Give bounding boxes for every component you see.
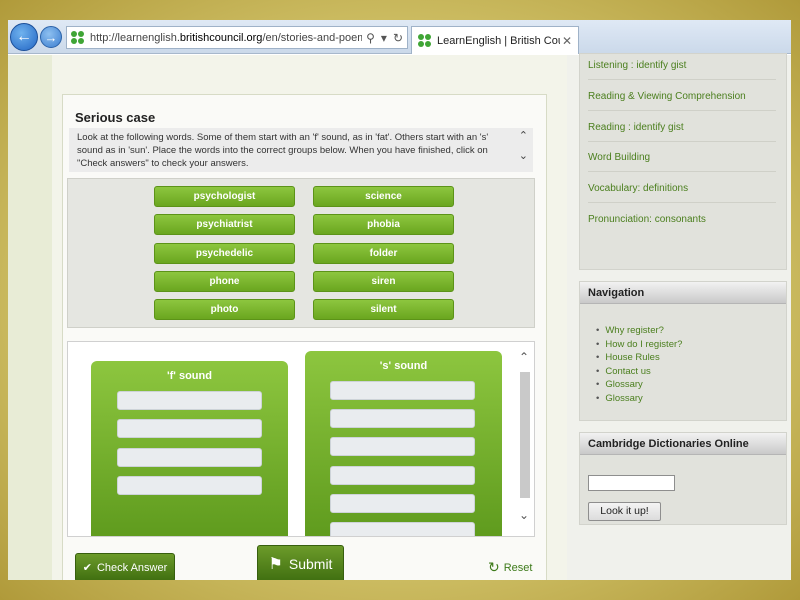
nav-link[interactable]: Glossary: [596, 392, 682, 406]
drop-slot[interactable]: [117, 419, 262, 438]
drop-slot[interactable]: [330, 494, 475, 513]
reset-label: Reset: [503, 561, 533, 574]
nav-link[interactable]: Contact us: [596, 365, 682, 379]
drop-slot[interactable]: [117, 476, 262, 495]
dictionary-panel: Cambridge Dictionaries Online Look it up…: [579, 432, 787, 525]
chevron-down-icon[interactable]: ▾: [381, 31, 387, 45]
tab-title: LearnEnglish | British Coun...: [437, 34, 560, 47]
scroll-up-icon[interactable]: ⌃: [519, 350, 529, 364]
reset-button[interactable]: ↻ Reset: [488, 559, 532, 576]
drop-slot[interactable]: [117, 391, 262, 410]
s-sound-title: 's' sound: [379, 360, 428, 372]
scroll-down-icon[interactable]: ⌄: [519, 150, 528, 163]
checkmark-icon: ✔: [82, 562, 92, 574]
word-tile[interactable]: photo: [154, 299, 295, 320]
word-tile[interactable]: folder: [313, 243, 454, 264]
back-button[interactable]: ←: [10, 23, 38, 51]
f-sound-column[interactable]: 'f' sound: [91, 361, 288, 536]
scroll-up-icon[interactable]: ⌃: [519, 130, 528, 143]
tab-favicon-icon: [418, 33, 432, 48]
skill-link[interactable]: Word Building: [588, 152, 776, 172]
dictionary-title: Cambridge Dictionaries Online: [580, 433, 786, 455]
sidebar: Listening : identify gist Reading & View…: [567, 53, 791, 580]
activity-panel: Serious case Look at the following words…: [62, 94, 547, 580]
forward-arrow-icon: →: [44, 29, 58, 45]
word-tile[interactable]: phobia: [313, 214, 454, 235]
scroll-down-icon[interactable]: ⌄: [519, 508, 529, 522]
back-arrow-icon: ←: [16, 28, 32, 45]
nav-link[interactable]: Glossary: [596, 378, 682, 392]
close-icon[interactable]: ✕: [560, 34, 574, 48]
forward-button[interactable]: →: [40, 26, 62, 48]
nav-link[interactable]: Why register?: [596, 324, 682, 338]
instructions-box: Look at the following words. Some of the…: [69, 128, 533, 172]
drop-slot[interactable]: [330, 437, 475, 456]
word-tile[interactable]: siren: [313, 271, 454, 292]
word-tile[interactable]: psychologist: [154, 186, 295, 207]
site-favicon-icon: [71, 30, 85, 45]
activity-title: Serious case: [75, 110, 156, 125]
drop-slot[interactable]: [330, 522, 475, 536]
skill-link[interactable]: Listening : identify gist: [588, 60, 776, 80]
url-text: http://learnenglish.britishcouncil.org/e…: [90, 31, 362, 44]
refresh-icon[interactable]: ↻: [393, 31, 403, 45]
word-bank: psychologist psychiatrist psychedelic ph…: [67, 178, 535, 328]
drop-slot[interactable]: [117, 448, 262, 467]
browser-toolbar: ← → http://learnenglish.britishcouncil.o…: [8, 20, 791, 54]
drop-slot[interactable]: [330, 466, 475, 485]
check-answer-button[interactable]: ✔ Check Answer: [75, 553, 175, 580]
word-tile[interactable]: silent: [313, 299, 454, 320]
submit-button[interactable]: ⚑ Submit: [257, 545, 344, 580]
navigation-list: Why register? How do I register? House R…: [596, 324, 682, 405]
nav-link[interactable]: How do I register?: [596, 338, 682, 352]
flag-icon: ⚑: [268, 556, 283, 573]
submit-label: Submit: [288, 556, 333, 572]
reset-icon: ↻: [488, 559, 500, 575]
look-it-up-button[interactable]: Look it up!: [588, 502, 661, 521]
skills-list: Listening : identify gist Reading & View…: [579, 53, 787, 270]
navigation-title: Navigation: [580, 282, 786, 304]
scrollbar-thumb[interactable]: [520, 372, 530, 498]
skill-link[interactable]: Reading : identify gist: [588, 122, 776, 142]
word-tile[interactable]: psychedelic: [154, 243, 295, 264]
f-sound-title: 'f' sound: [167, 370, 212, 382]
navigation-panel: Navigation Why register? How do I regist…: [579, 281, 787, 421]
search-icon[interactable]: ⚲: [366, 31, 375, 45]
skill-link[interactable]: Reading & Viewing Comprehension: [588, 91, 776, 111]
page-content: Serious case Look at the following words…: [8, 53, 791, 580]
browser-window: ← → http://learnenglish.britishcouncil.o…: [8, 20, 791, 580]
browser-tab[interactable]: LearnEnglish | British Coun... ✕: [411, 26, 579, 54]
drop-area: 'f' sound 's' sound ⌃ ⌄: [67, 341, 535, 537]
address-bar[interactable]: http://learnenglish.britishcouncil.org/e…: [66, 26, 408, 49]
vertical-scrollbar[interactable]: ⌃ ⌄: [514, 342, 534, 536]
drop-slot[interactable]: [330, 381, 475, 400]
instructions-text: Look at the following words. Some of the…: [77, 132, 489, 169]
skill-link[interactable]: Vocabulary: definitions: [588, 183, 776, 203]
word-tile[interactable]: phone: [154, 271, 295, 292]
word-tile[interactable]: science: [313, 186, 454, 207]
nav-link[interactable]: House Rules: [596, 351, 682, 365]
word-tile[interactable]: psychiatrist: [154, 214, 295, 235]
s-sound-column[interactable]: 's' sound: [305, 351, 502, 536]
skill-link[interactable]: Pronunciation: consonants: [588, 214, 776, 233]
check-answer-label: Check Answer: [96, 561, 168, 574]
drop-slot[interactable]: [330, 409, 475, 428]
dictionary-search-input[interactable]: [588, 475, 675, 491]
